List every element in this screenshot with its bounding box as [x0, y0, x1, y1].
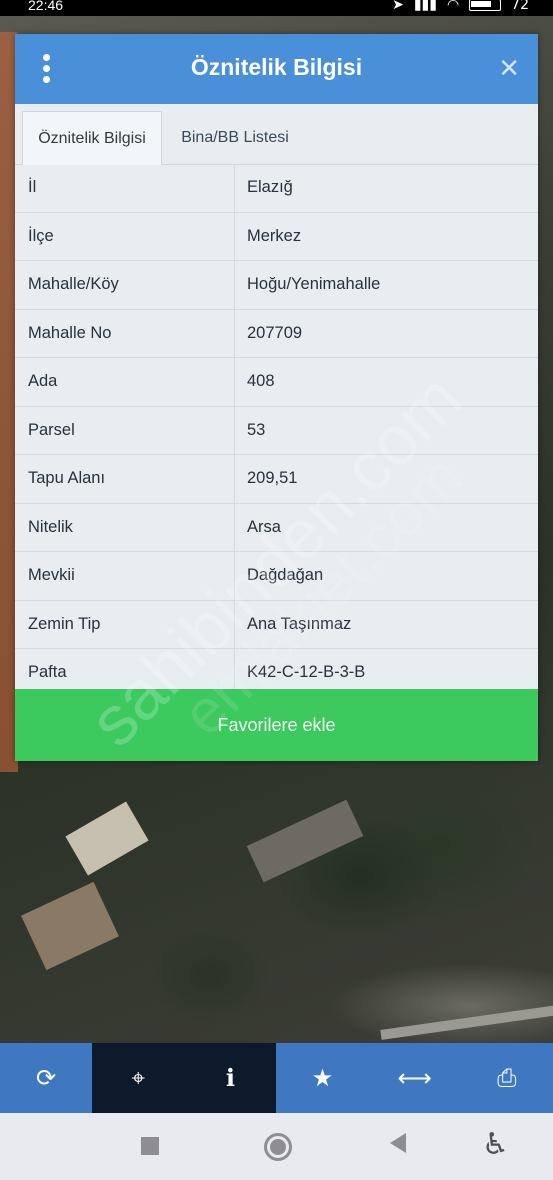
crosshair-icon[interactable]: ⌖: [92, 1043, 185, 1113]
status-icons: ➤ ▮▮▮ ◠ 72: [392, 0, 529, 12]
table-row: İlçe Merkez: [15, 212, 538, 261]
map-road: [380, 1002, 553, 1040]
table-row: İl Elazığ: [15, 164, 538, 213]
info-icon[interactable]: ℹ: [184, 1043, 277, 1113]
close-icon[interactable]: ✕: [498, 56, 520, 82]
tab-building-list[interactable]: Bina/BB Listesi: [175, 111, 295, 164]
back-icon[interactable]: [390, 1133, 406, 1153]
attribute-table: İl Elazığ İlçe Merkez Mahalle/Köy Hoğu/Yeni…: [15, 164, 538, 698]
table-row: Nitelik Arsa: [15, 503, 538, 552]
table-row: Mahalle No 207709: [15, 309, 538, 358]
star-icon[interactable]: ★: [276, 1043, 368, 1113]
row-key: Zemin Tip: [28, 614, 101, 633]
row-value: Hoğu/Yenimahalle: [247, 275, 381, 293]
table-row: Ada 408: [15, 358, 538, 407]
wifi-icon: ◠: [446, 0, 460, 13]
row-key: İlçe: [28, 226, 54, 245]
map-building: [65, 801, 149, 876]
location-icon: ➤: [392, 0, 404, 13]
refresh-icon[interactable]: ⟳: [0, 1043, 92, 1113]
tab-attribute-info[interactable]: Öznitelik Bilgisi: [22, 111, 162, 165]
accessibility-icon[interactable]: ♿: [482, 1127, 509, 1162]
row-value: Elazığ: [247, 178, 293, 196]
attribute-dialog: Öznitelik Bilgisi ✕ Öznitelik Bilgisi Bi…: [15, 34, 538, 761]
recents-icon[interactable]: [141, 1137, 159, 1155]
add-to-favorites-button[interactable]: Favorilere ekle: [15, 689, 538, 761]
row-value: Ana Taşınmaz: [247, 614, 352, 633]
row-value: 207709: [247, 323, 303, 342]
signal-icon: ▮▮▮: [413, 0, 437, 13]
row-key: Tapu Alanı: [28, 469, 106, 487]
row-key: İl: [28, 178, 37, 196]
row-key: Mevkii: [28, 566, 75, 584]
battery-icon: [469, 0, 502, 11]
print-icon[interactable]: ⎙: [461, 1043, 553, 1113]
row-value: Arsa: [247, 517, 281, 536]
map-toolbar: ⟳ ⌖ ℹ ★ ⟷ ⎙: [0, 1043, 553, 1113]
dialog-title: Öznitelik Bilgisi: [190, 54, 363, 80]
dialog-tabs: Öznitelik Bilgisi Bina/BB Listesi: [15, 104, 538, 165]
status-bar: 22:46 ➤ ▮▮▮ ◠ 72: [0, 0, 553, 16]
row-value: 53: [247, 420, 266, 439]
home-icon[interactable]: [264, 1133, 292, 1161]
table-row: Mahalle/Köy Hoğu/Yenimahalle: [15, 261, 538, 310]
table-row: Parsel 53: [15, 406, 538, 455]
status-time: 22:46: [28, 0, 64, 13]
system-nav-bar: ♿: [0, 1113, 553, 1180]
table-row: Zemin Tip Ana Taşınmaz: [15, 600, 538, 649]
measure-icon[interactable]: ⟷: [369, 1043, 461, 1113]
row-key: Parsel: [28, 420, 75, 439]
battery-percent: 72: [511, 0, 529, 13]
row-value: Merkez: [247, 226, 302, 245]
map-building: [21, 881, 119, 971]
row-value: 209,51: [247, 469, 298, 487]
row-key: Ada: [28, 372, 58, 390]
dialog-header: Öznitelik Bilgisi ✕: [15, 34, 538, 104]
row-key: Mahalle/Köy: [28, 275, 119, 293]
row-key: Nitelik: [28, 517, 73, 536]
map-building: [246, 799, 364, 883]
table-row: Tapu Alanı 209,51: [15, 455, 538, 504]
row-value: 408: [247, 372, 275, 390]
row-key: Mahalle No: [28, 323, 112, 342]
table-row: Mevkii Dağdağan: [15, 552, 538, 601]
row-value: Dağdağan: [247, 566, 324, 584]
